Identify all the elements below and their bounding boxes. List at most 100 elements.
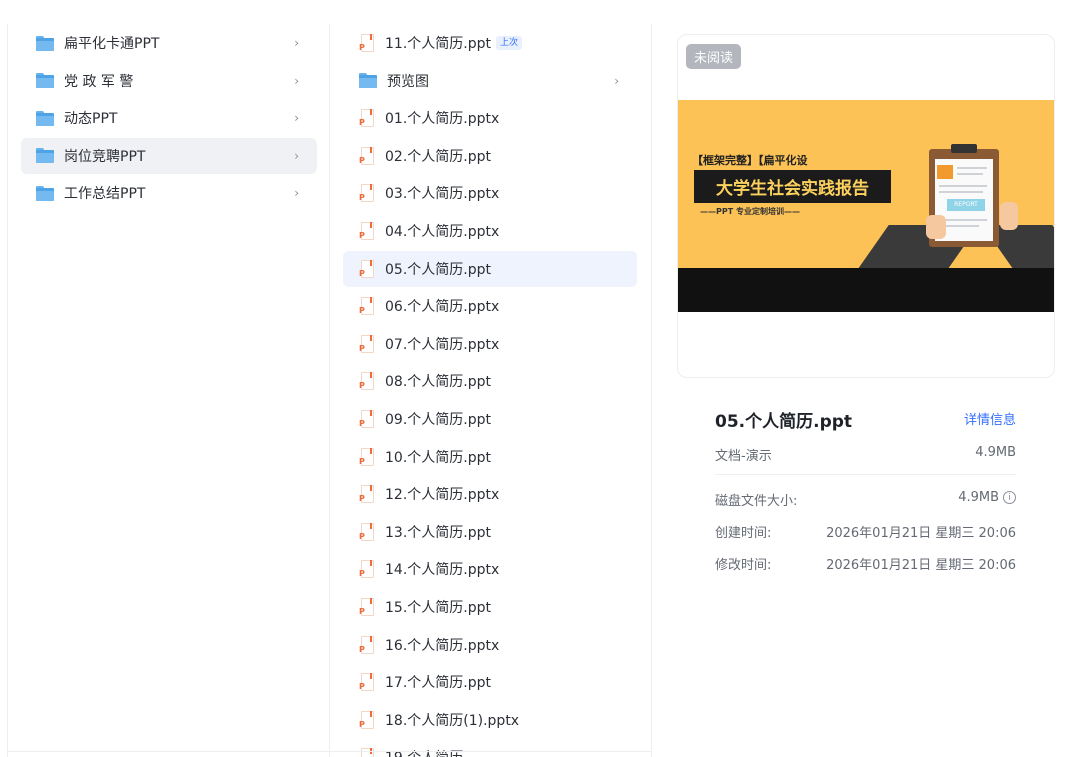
created-value: 2026年01月21日 星期三 20:06 bbox=[826, 526, 1016, 541]
file-item-label: 17.个人简历.ppt bbox=[385, 675, 491, 692]
chevron-right-icon: › bbox=[294, 111, 299, 126]
unread-badge: 未阅读 bbox=[686, 44, 742, 69]
file-item[interactable]: P 18.个人简历(1).pptx bbox=[343, 702, 637, 738]
detail-divider bbox=[715, 474, 1016, 475]
folder-icon bbox=[36, 73, 54, 89]
file-item[interactable]: P 19.个人简历... bbox=[343, 739, 637, 757]
preview-thumbnail: 【框架完整】【扁平化设 大学生社会实践报告 ——PPT 专业定制培训—— REP… bbox=[678, 100, 1054, 312]
file-item[interactable]: P 15.个人简历.ppt bbox=[343, 589, 637, 625]
file-item[interactable]: P 02.个人简历.ppt bbox=[343, 138, 637, 174]
file-item-label: 06.个人简历.pptx bbox=[385, 299, 500, 316]
file-item-label: 16.个人简历.pptx bbox=[385, 637, 500, 654]
file-item-label: 08.个人简历.ppt bbox=[385, 374, 491, 391]
ppt-file-icon: P bbox=[359, 710, 375, 729]
detail-file-size: 4.9MB bbox=[975, 445, 1016, 460]
disk-size-text: 4.9MB bbox=[958, 490, 999, 505]
folder-item-label: 扁平化卡通PPT bbox=[64, 36, 160, 52]
ppt-file-icon: P bbox=[359, 372, 375, 391]
ppt-file-icon: P bbox=[359, 184, 375, 203]
ppt-file-icon: P bbox=[359, 748, 375, 757]
thumbnail-bottom-band bbox=[678, 268, 1054, 312]
file-item[interactable]: P 09.个人简历.ppt bbox=[343, 401, 637, 437]
folder-item[interactable]: 党 政 军 警 › bbox=[21, 63, 317, 99]
clipboard-report-label: REPORT bbox=[947, 199, 985, 211]
chevron-right-icon: › bbox=[614, 73, 619, 88]
clipboard-line bbox=[939, 191, 983, 193]
file-item[interactable]: P 01.个人简历.pptx bbox=[343, 100, 637, 136]
ppt-file-icon: P bbox=[359, 485, 375, 504]
file-item[interactable]: P 04.个人简历.pptx bbox=[343, 213, 637, 249]
folder-icon bbox=[359, 73, 377, 89]
chevron-right-icon: › bbox=[294, 186, 299, 201]
file-item-label: 13.个人简历.ppt bbox=[385, 524, 491, 541]
folder-item[interactable]: 动态PPT › bbox=[21, 100, 317, 136]
folder-item[interactable]: 岗位竞聘PPT › bbox=[21, 137, 317, 174]
ppt-file-icon: P bbox=[359, 34, 375, 52]
folder-item[interactable]: 扁平化卡通PPT › bbox=[21, 25, 317, 61]
preview-panel: 未阅读 【框架完整】【扁平化设 大学生社会实践报告 ——PPT 专业定制培训——… bbox=[652, 24, 1080, 757]
file-item-label: 18.个人简历(1).pptx bbox=[385, 712, 520, 729]
file-item-label: 预览图 bbox=[387, 73, 429, 90]
ppt-file-icon: P bbox=[359, 222, 375, 240]
modified-value: 2026年01月21日 星期三 20:06 bbox=[826, 558, 1016, 573]
clipboard-line bbox=[957, 167, 987, 169]
folder-icon bbox=[36, 110, 54, 126]
column-bottom-divider bbox=[7, 751, 652, 752]
info-icon[interactable]: i bbox=[1003, 491, 1016, 504]
disk-size-value: 4.9MB i bbox=[958, 490, 1016, 505]
file-item[interactable]: P 05.个人简历.ppt bbox=[343, 250, 637, 287]
folder-icon bbox=[36, 35, 54, 51]
file-item-label: 15.个人简历.ppt bbox=[385, 600, 491, 616]
folder-column: 扁平化卡通PPT › 党 政 军 警 › 动态PPT › 岗位竞聘PPT › 工作总结PPT › bbox=[7, 24, 330, 757]
thumbnail-subtitle: ——PPT 专业定制培训—— bbox=[700, 207, 800, 216]
detail-file-name: 05.个人简历.ppt bbox=[715, 412, 853, 432]
file-item[interactable]: P 11.个人简历.ppt 上次 bbox=[343, 25, 637, 61]
file-item[interactable]: P 17.个人简历.ppt bbox=[343, 664, 637, 700]
details-info-link[interactable]: 详情信息 bbox=[964, 409, 1016, 428]
folder-item[interactable]: 工作总结PPT › bbox=[21, 175, 317, 211]
file-item[interactable]: P 03.个人简历.pptx bbox=[343, 175, 637, 211]
modified-label: 修改时间: bbox=[715, 558, 772, 573]
file-item-label: 11.个人简历.ppt bbox=[385, 36, 491, 52]
file-item-label: 04.个人简历.pptx bbox=[385, 224, 500, 240]
file-column: P 11.个人简历.ppt 上次预览图 › P 01.个人简历.pptx P 02.个人简历.… bbox=[330, 24, 652, 757]
chevron-right-icon: › bbox=[294, 148, 299, 163]
ppt-file-icon: P bbox=[359, 109, 375, 128]
file-item[interactable]: P 16.个人简历.pptx bbox=[343, 627, 637, 663]
chevron-right-icon: › bbox=[294, 36, 299, 50]
preview-card[interactable]: 未阅读 【框架完整】【扁平化设 大学生社会实践报告 ——PPT 专业定制培训——… bbox=[677, 34, 1055, 378]
file-item-label: 19.个人简历... bbox=[385, 747, 477, 757]
clipboard-chart bbox=[937, 165, 953, 179]
file-item[interactable]: P 12.个人简历.pptx bbox=[343, 476, 637, 512]
folder-item-label: 岗位竞聘PPT bbox=[64, 148, 146, 165]
thumbnail-tag: 【框架完整】【扁平化设 bbox=[692, 154, 808, 167]
file-item[interactable]: P 07.个人简历.pptx bbox=[343, 326, 637, 362]
file-item[interactable]: P 13.个人简历.ppt bbox=[343, 514, 637, 550]
chevron-right-icon: › bbox=[294, 73, 299, 88]
file-item-label: 05.个人简历.ppt bbox=[385, 261, 491, 278]
ppt-file-icon: P bbox=[359, 146, 375, 165]
file-item[interactable]: P 08.个人简历.ppt bbox=[343, 363, 637, 399]
clipboard-line bbox=[939, 219, 987, 221]
ppt-file-icon: P bbox=[359, 297, 375, 316]
folder-icon bbox=[36, 185, 54, 201]
last-opened-badge: 上次 bbox=[495, 36, 522, 50]
file-item-label: 07.个人简历.pptx bbox=[385, 336, 500, 353]
thumbnail-hand-right bbox=[1000, 202, 1018, 230]
ppt-file-icon: P bbox=[359, 334, 375, 353]
file-item[interactable]: P 06.个人简历.pptx bbox=[343, 288, 637, 324]
folder-item-label: 党 政 军 警 bbox=[64, 73, 134, 90]
file-item[interactable]: P 14.个人简历.pptx bbox=[343, 551, 637, 587]
file-item-label: 09.个人简历.ppt bbox=[385, 412, 491, 428]
file-item-label: 14.个人简历.pptx bbox=[385, 562, 500, 579]
file-item[interactable]: P 10.个人简历.ppt bbox=[343, 439, 637, 475]
thumbnail-hand-left bbox=[926, 215, 946, 239]
ppt-file-icon: P bbox=[359, 560, 375, 579]
ppt-file-icon: P bbox=[359, 410, 375, 428]
clipboard-line bbox=[939, 185, 987, 187]
clipboard-line bbox=[957, 173, 983, 175]
folder-item-label: 工作总结PPT bbox=[64, 186, 146, 203]
file-item-label: 10.个人简历.ppt bbox=[385, 449, 491, 466]
folder-item[interactable]: 预览图 › bbox=[343, 63, 637, 99]
file-item-label: 03.个人简历.pptx bbox=[385, 186, 500, 203]
